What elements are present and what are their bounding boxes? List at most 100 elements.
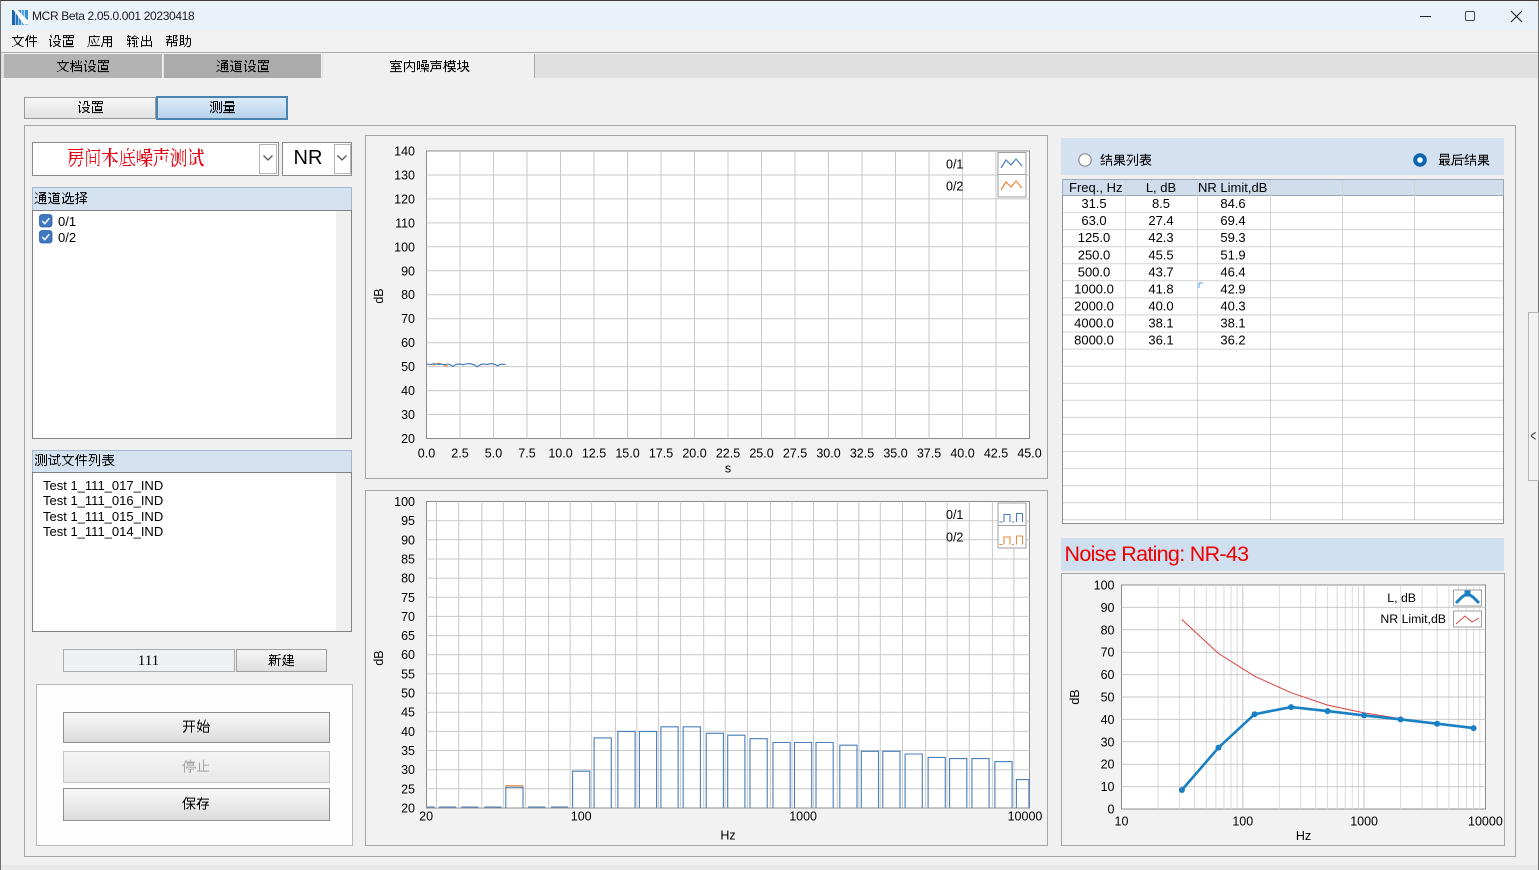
svg-text:51.9: 51.9 (1220, 247, 1245, 262)
svg-text:L, dB: L, dB (1146, 180, 1176, 195)
svg-text:30: 30 (401, 763, 415, 777)
svg-text:120: 120 (394, 192, 415, 206)
svg-text:80: 80 (401, 288, 415, 302)
svg-text:130: 130 (394, 168, 415, 182)
svg-text:70: 70 (401, 312, 415, 326)
svg-text:31.5: 31.5 (1081, 196, 1106, 211)
svg-text:50: 50 (401, 687, 415, 701)
svg-text:80: 80 (1101, 623, 1115, 637)
svg-text:36.1: 36.1 (1148, 333, 1173, 348)
svg-text:1000: 1000 (1350, 814, 1378, 828)
svg-text:50: 50 (401, 360, 415, 374)
svg-text:40: 40 (401, 725, 415, 739)
svg-text:30: 30 (1101, 735, 1115, 749)
svg-text:L, dB: L, dB (1387, 591, 1416, 605)
svg-text:95: 95 (401, 514, 415, 528)
svg-text:0.0: 0.0 (417, 446, 434, 460)
svg-text:55: 55 (401, 667, 415, 681)
svg-text:42.3: 42.3 (1148, 230, 1173, 245)
svg-text:84.6: 84.6 (1220, 196, 1245, 211)
svg-text:dB: dB (1068, 689, 1082, 704)
svg-text:20: 20 (419, 810, 433, 824)
svg-text:70: 70 (1101, 645, 1115, 659)
svg-text:45.5: 45.5 (1148, 247, 1173, 262)
svg-text:NR Limit,dB: NR Limit,dB (1380, 612, 1446, 626)
svg-text:0: 0 (1108, 802, 1115, 816)
svg-text:100: 100 (570, 810, 591, 824)
svg-text:2.5: 2.5 (451, 446, 468, 460)
svg-text:50: 50 (1101, 690, 1115, 704)
svg-text:10000: 10000 (1007, 810, 1042, 824)
svg-text:25: 25 (401, 782, 415, 796)
svg-text:35.0: 35.0 (883, 446, 907, 460)
svg-text:60: 60 (401, 336, 415, 350)
svg-text:70: 70 (401, 610, 415, 624)
svg-text:63.0: 63.0 (1081, 213, 1106, 228)
svg-text:60: 60 (401, 648, 415, 662)
svg-text:17.5: 17.5 (648, 446, 672, 460)
svg-text:25.0: 25.0 (749, 446, 773, 460)
svg-text:37.5: 37.5 (916, 446, 940, 460)
svg-text:8000.0: 8000.0 (1074, 333, 1114, 348)
svg-text:40: 40 (1101, 712, 1115, 726)
svg-text:20.0: 20.0 (682, 446, 706, 460)
svg-text:10: 10 (1101, 780, 1115, 794)
svg-text:35: 35 (401, 744, 415, 758)
svg-text:5.0: 5.0 (484, 446, 501, 460)
svg-text:100: 100 (1232, 814, 1253, 828)
svg-text:45.0: 45.0 (1017, 446, 1041, 460)
svg-text:1000: 1000 (789, 810, 817, 824)
svg-text:80: 80 (401, 572, 415, 586)
svg-text:10.0: 10.0 (548, 446, 572, 460)
svg-text:10000: 10000 (1468, 814, 1503, 828)
svg-text:0/1: 0/1 (946, 157, 963, 171)
svg-text:1000.0: 1000.0 (1074, 281, 1114, 296)
svg-text:36.2: 36.2 (1220, 333, 1245, 348)
svg-text:8.5: 8.5 (1152, 196, 1170, 211)
svg-text:dB: dB (372, 288, 386, 303)
svg-text:250.0: 250.0 (1078, 247, 1111, 262)
svg-text:20: 20 (401, 432, 415, 446)
svg-text:42.5: 42.5 (983, 446, 1007, 460)
svg-text:20: 20 (1101, 757, 1115, 771)
svg-text:59.3: 59.3 (1220, 230, 1245, 245)
svg-text:32.5: 32.5 (849, 446, 873, 460)
svg-text:Hz: Hz (720, 829, 735, 843)
svg-text:85: 85 (401, 553, 415, 567)
svg-text:12.5: 12.5 (581, 446, 605, 460)
svg-text:40.0: 40.0 (1148, 299, 1173, 314)
svg-text:0/1: 0/1 (946, 508, 963, 522)
svg-text:40.3: 40.3 (1220, 299, 1245, 314)
svg-text:43.7: 43.7 (1148, 264, 1173, 279)
svg-text:Freq., Hz: Freq., Hz (1069, 180, 1122, 195)
svg-text:15.0: 15.0 (615, 446, 639, 460)
svg-text:65: 65 (401, 629, 415, 643)
svg-text:100: 100 (394, 240, 415, 254)
svg-text:27.4: 27.4 (1148, 213, 1173, 228)
svg-text:41.8: 41.8 (1148, 281, 1173, 296)
svg-text:NR Limit,dB: NR Limit,dB (1198, 180, 1267, 195)
svg-text:60: 60 (1101, 668, 1115, 682)
svg-text:0/2: 0/2 (946, 531, 963, 545)
svg-text:69.4: 69.4 (1220, 213, 1245, 228)
svg-text:27.5: 27.5 (782, 446, 806, 460)
svg-text:75: 75 (401, 591, 415, 605)
svg-text:42.9: 42.9 (1220, 281, 1245, 296)
svg-text:38.1: 38.1 (1148, 316, 1173, 331)
svg-text:2000.0: 2000.0 (1074, 299, 1114, 314)
svg-text:4000.0: 4000.0 (1074, 316, 1114, 331)
svg-text:110: 110 (395, 216, 415, 230)
svg-text:38.1: 38.1 (1220, 316, 1245, 331)
svg-text:40: 40 (401, 384, 415, 398)
svg-text:500.0: 500.0 (1078, 264, 1111, 279)
svg-text:s: s (724, 461, 730, 475)
svg-text:30.0: 30.0 (816, 446, 840, 460)
svg-text:7.5: 7.5 (518, 446, 535, 460)
svg-text:0/2: 0/2 (946, 179, 963, 193)
svg-text:100: 100 (1094, 578, 1115, 592)
svg-text:10: 10 (1115, 814, 1129, 828)
svg-text:Hz: Hz (1296, 829, 1311, 843)
svg-text:90: 90 (401, 264, 415, 278)
svg-text:140: 140 (394, 144, 415, 158)
svg-text:dB: dB (372, 650, 386, 665)
